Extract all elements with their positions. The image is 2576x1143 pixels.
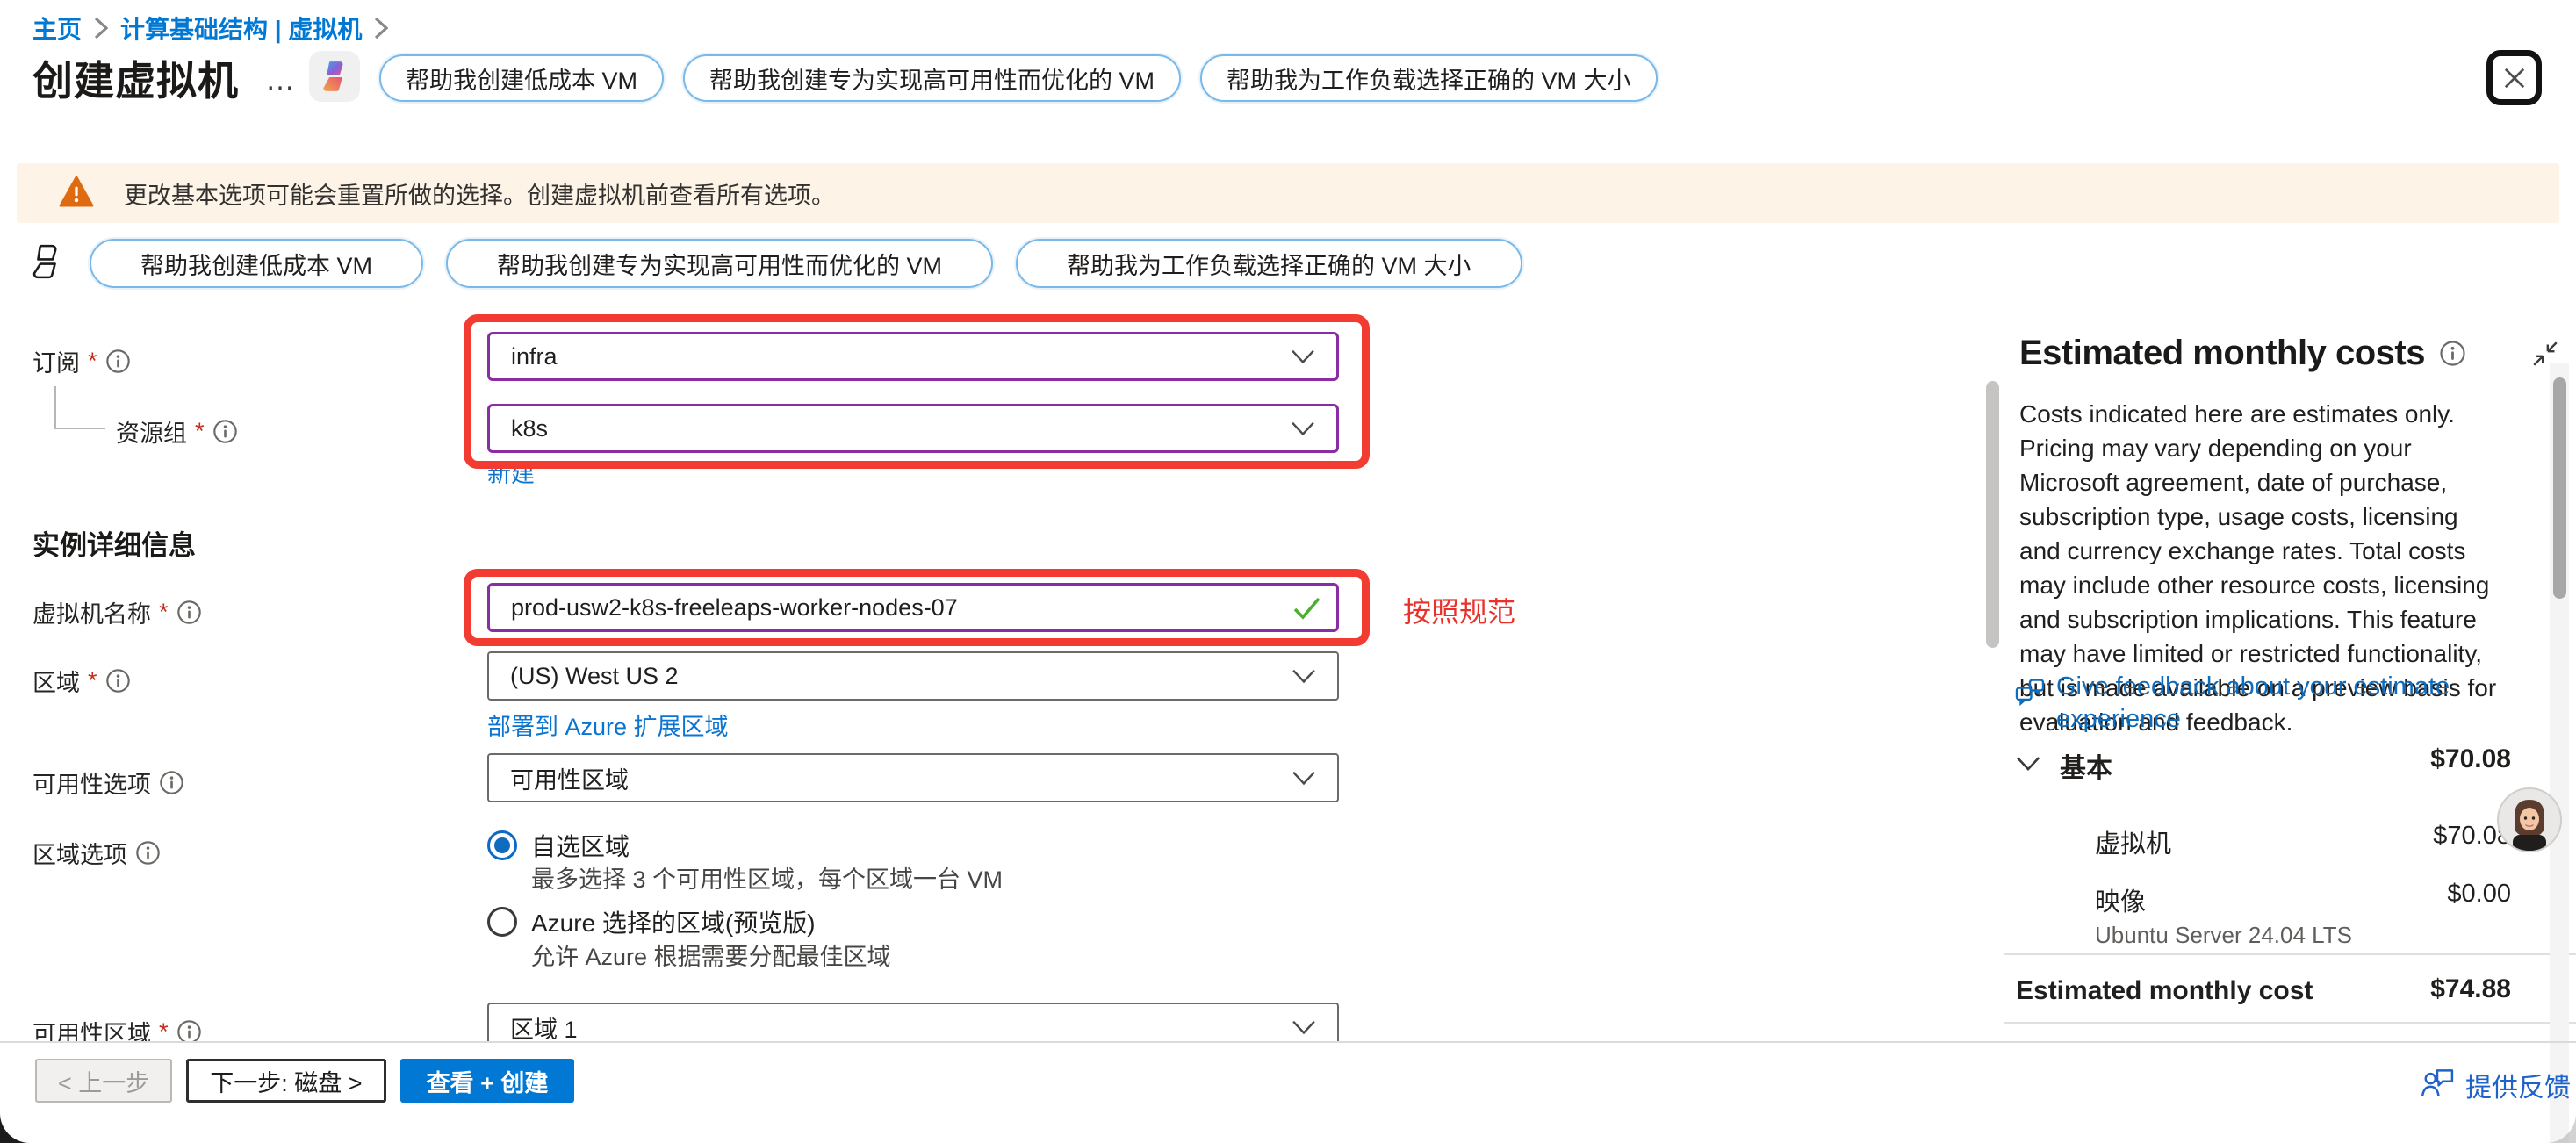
- panel-scrollbar[interactable]: [2553, 377, 2566, 599]
- radio-azure-selected-zones[interactable]: Azure 选择的区域(预览版): [487, 904, 816, 939]
- assistant-avatar[interactable]: [2497, 787, 2562, 852]
- subscription-dropdown[interactable]: infra: [487, 332, 1339, 381]
- info-icon[interactable]: [2439, 340, 2466, 367]
- required-mark: *: [88, 667, 97, 694]
- info-icon[interactable]: [212, 419, 238, 444]
- availability-options-label: 可用性选项: [32, 766, 184, 800]
- vm-name-label: 虚拟机名称 *: [32, 595, 202, 629]
- close-icon: [2500, 63, 2529, 93]
- info-icon[interactable]: [176, 1019, 202, 1041]
- suggestion-high-availability-button[interactable]: 帮助我创建专为实现高可用性而优化的 VM: [446, 239, 993, 288]
- cost-item-label: 映像: [2095, 881, 2146, 918]
- info-icon[interactable]: [105, 349, 131, 374]
- radio-self-selected-zones[interactable]: 自选区域: [487, 828, 630, 863]
- feedback-person-icon: [2420, 1064, 2455, 1106]
- info-icon[interactable]: [105, 668, 131, 694]
- tree-connector: [54, 386, 56, 428]
- availability-zone-label: 可用性区域 *: [32, 1015, 202, 1041]
- copilot-suggestions-row-1: 帮助我创建低成本 VM 帮助我创建专为实现高可用性而优化的 VM 帮助我为工作负…: [379, 54, 1658, 102]
- more-options-button[interactable]: …: [265, 63, 298, 97]
- footer-divider: [0, 1041, 2576, 1043]
- chevron-down-icon: [1291, 415, 1315, 442]
- radio-unselected-icon: [487, 907, 517, 937]
- warning-text: 更改基本选项可能会重置所做的选择。创建虚拟机前查看所有选项。: [124, 176, 835, 211]
- radio-self-selected-zones-desc: 最多选择 3 个可用性区域，每个区域一台 VM: [531, 860, 1003, 895]
- window-corner: [2546, 1113, 2576, 1143]
- availability-options-dropdown[interactable]: 可用性区域: [487, 753, 1339, 802]
- give-feedback-link[interactable]: 提供反馈: [2420, 1064, 2571, 1106]
- availability-zone-dropdown[interactable]: 区域 1: [487, 1003, 1339, 1041]
- chevron-right-icon: [94, 17, 108, 40]
- chevron-down-icon: [1291, 343, 1315, 370]
- copilot-suggestions-row-2: 帮助我创建低成本 VM 帮助我创建专为实现高可用性而优化的 VM 帮助我为工作负…: [26, 239, 1522, 288]
- suggestion-low-cost-vm-button[interactable]: 帮助我创建低成本 VM: [90, 239, 423, 288]
- breadcrumb-home[interactable]: 主页: [32, 11, 82, 46]
- suggestion-vm-size-button[interactable]: 帮助我为工作负载选择正确的 VM 大小: [1016, 239, 1522, 288]
- resource-group-dropdown[interactable]: k8s: [487, 404, 1339, 453]
- annotation-text: 按照规范: [1403, 590, 1515, 630]
- chevron-down-icon: [1292, 1014, 1316, 1041]
- deploy-edge-zone-link[interactable]: 部署到 Azure 扩展区域: [487, 708, 729, 742]
- info-icon[interactable]: [176, 600, 202, 625]
- estimate-feedback-link[interactable]: Give feedback about your estimate experi…: [2014, 671, 2471, 736]
- zone-options-label: 区域选项: [32, 836, 161, 870]
- previous-step-button[interactable]: < 上一步: [35, 1059, 172, 1103]
- required-mark: *: [88, 348, 97, 375]
- tree-connector: [54, 428, 105, 429]
- create-vm-page: 主页 计算基础结构 | 虚拟机 创建虚拟机 … 帮助我创建低成本 VM 帮助: [0, 0, 2576, 1143]
- window-corner: [0, 1113, 30, 1143]
- breadcrumb-section[interactable]: 计算基础结构 | 虚拟机: [120, 11, 362, 46]
- radio-azure-selected-zones-desc: 允许 Azure 根据需要分配最佳区域: [531, 938, 891, 972]
- resource-group-label: 资源组 *: [116, 414, 238, 449]
- chevron-down-icon: [2016, 756, 2040, 776]
- divider: [2004, 1022, 2576, 1024]
- breadcrumb: 主页 计算基础结构 | 虚拟机: [32, 11, 388, 46]
- suggestion-high-availability-button[interactable]: 帮助我创建专为实现高可用性而优化的 VM: [683, 54, 1181, 102]
- copilot-icon[interactable]: [309, 51, 360, 102]
- costs-panel-title: Estimated monthly costs: [2019, 334, 2425, 373]
- subscription-label: 订阅 *: [32, 344, 131, 378]
- warning-banner: 更改基本选项可能会重置所做的选择。创建虚拟机前查看所有选项。: [17, 163, 2559, 223]
- suggestion-low-cost-vm-button[interactable]: 帮助我创建低成本 VM: [379, 54, 664, 102]
- vm-name-input[interactable]: [487, 583, 1339, 632]
- instance-details-heading: 实例详细信息: [32, 523, 196, 563]
- cost-group-value: $70.08: [2430, 744, 2511, 774]
- total-cost-value: $74.88: [2430, 974, 2511, 1004]
- region-label: 区域 *: [32, 664, 131, 698]
- total-cost-label: Estimated monthly cost: [2016, 976, 2313, 1006]
- required-mark: *: [159, 599, 169, 626]
- close-button[interactable]: [2486, 50, 2542, 105]
- page-title: 创建虚拟机: [32, 49, 239, 107]
- region-dropdown[interactable]: (US) West US 2: [487, 651, 1339, 701]
- required-mark: *: [195, 418, 205, 445]
- cost-item-label: 虚拟机: [2095, 823, 2171, 860]
- copilot-outline-icon: [26, 241, 67, 286]
- cost-item-subtext: Ubuntu Server 24.04 LTS: [2095, 922, 2352, 949]
- info-icon[interactable]: [159, 770, 184, 795]
- clipped-form-row: 可用性区域 * 区域 1: [0, 990, 1975, 1041]
- next-step-disks-button[interactable]: 下一步: 磁盘 >: [186, 1059, 385, 1103]
- main-scrollbar[interactable]: [1986, 381, 1999, 648]
- wizard-footer: < 上一步 下一步: 磁盘 > 查看 + 创建: [35, 1059, 574, 1103]
- divider: [2004, 953, 2576, 955]
- feedback-bubbles-icon: [2014, 671, 2046, 736]
- chevron-down-icon: [1292, 765, 1316, 792]
- review-create-button[interactable]: 查看 + 创建: [400, 1059, 575, 1103]
- cost-item-value: $0.00: [2447, 880, 2511, 909]
- suggestion-vm-size-button[interactable]: 帮助我为工作负载选择正确的 VM 大小: [1200, 54, 1658, 102]
- radio-selected-icon: [487, 830, 517, 860]
- info-icon[interactable]: [135, 840, 161, 866]
- chevron-right-icon: [374, 17, 388, 40]
- warning-icon: [59, 176, 94, 212]
- chevron-down-icon: [1292, 663, 1316, 690]
- cost-group-label: 基本: [2060, 746, 2112, 785]
- create-new-resource-group-link[interactable]: 新建: [487, 455, 535, 489]
- required-mark: *: [159, 1018, 169, 1041]
